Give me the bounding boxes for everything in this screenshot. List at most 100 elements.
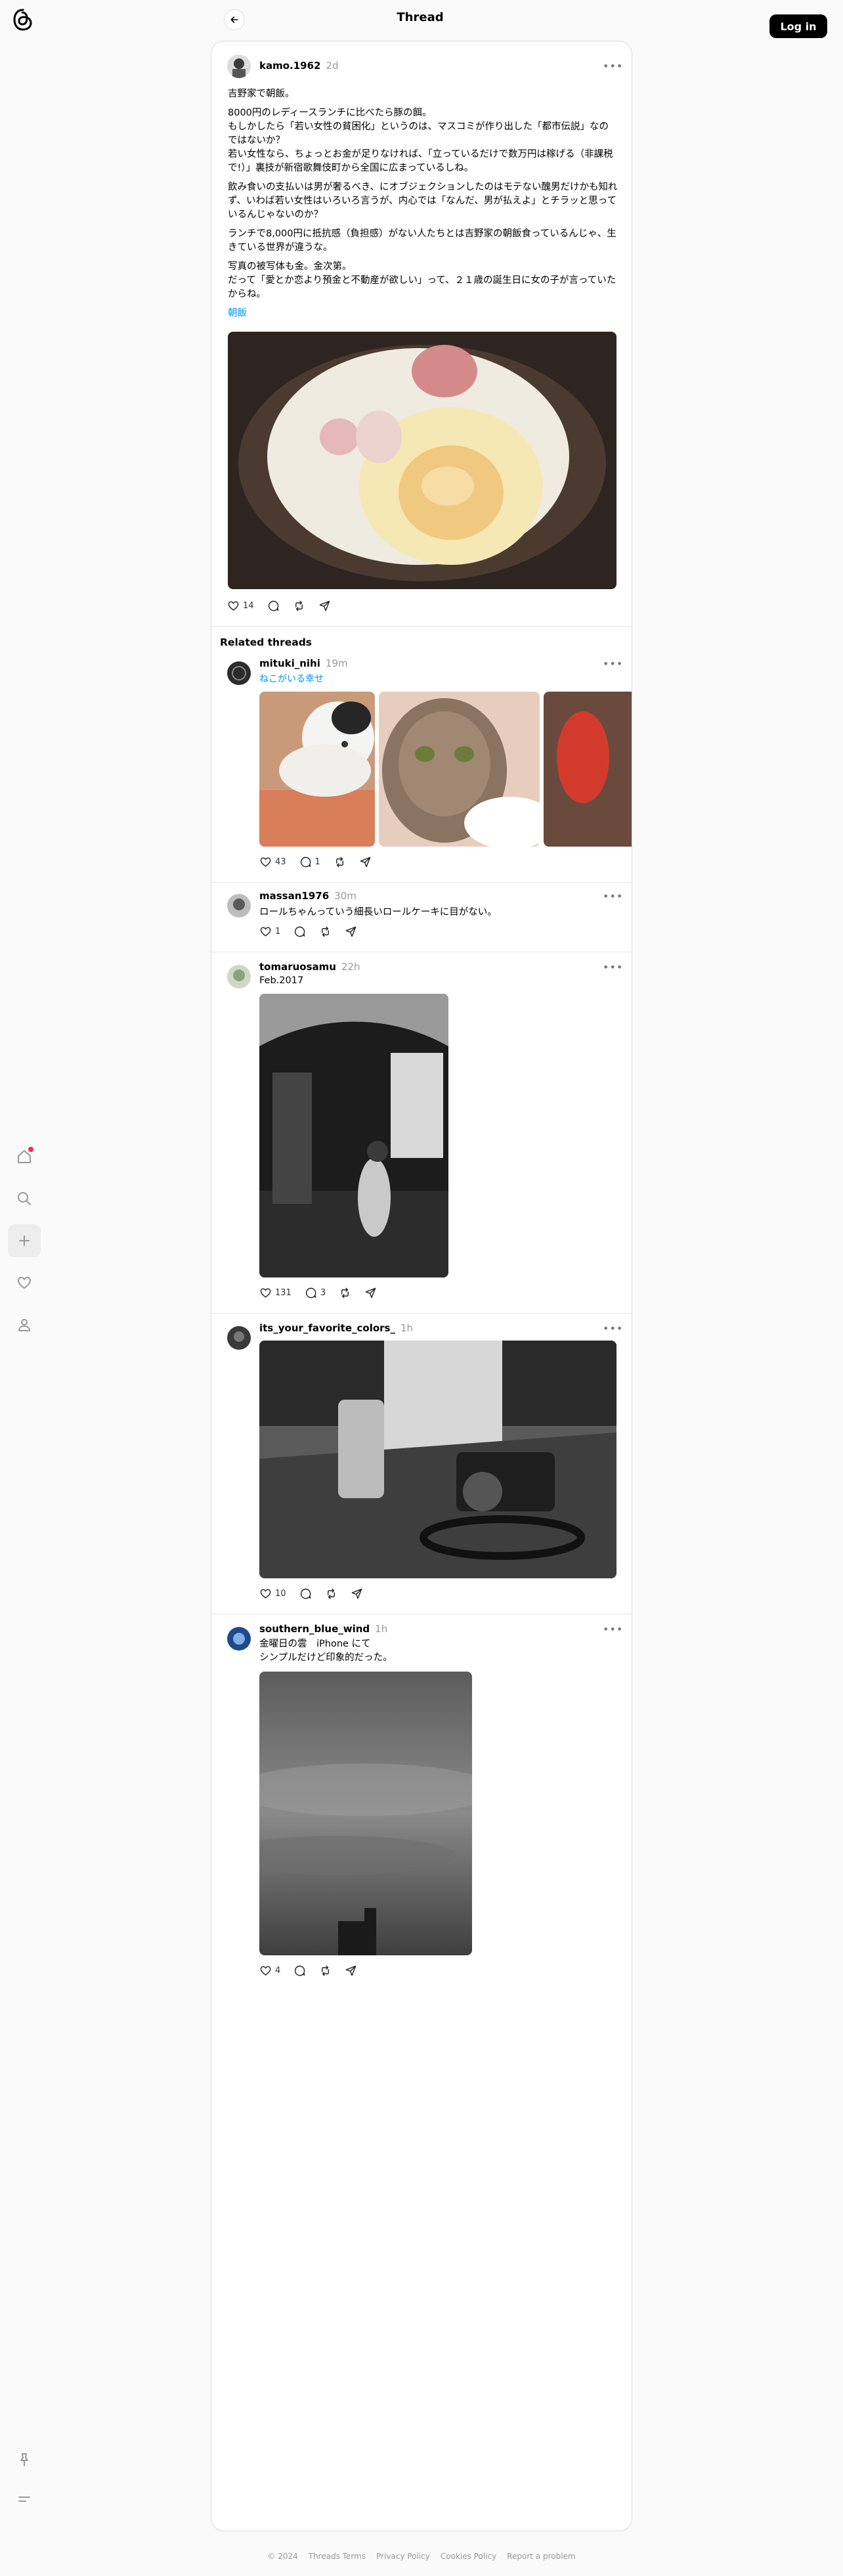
post-image[interactable] bbox=[228, 332, 616, 589]
username[interactable]: mituki_nihi bbox=[259, 657, 320, 669]
post-image[interactable] bbox=[379, 692, 540, 847]
menu-icon[interactable] bbox=[8, 2483, 41, 2516]
repost-icon bbox=[335, 856, 343, 868]
reply-count: 1 bbox=[314, 857, 320, 867]
post-actions: 10 bbox=[259, 1588, 376, 1600]
share-button[interactable] bbox=[318, 600, 331, 612]
post-time: 19m bbox=[325, 657, 348, 669]
comment-icon bbox=[268, 600, 278, 611]
like-count: 14 bbox=[243, 601, 254, 611]
footer-link-cookies[interactable]: Cookies Policy bbox=[441, 2552, 496, 2561]
post-actions: 1 bbox=[259, 925, 370, 938]
avatar[interactable] bbox=[227, 1326, 251, 1350]
username[interactable]: its_your_favorite_colors_ bbox=[259, 1322, 395, 1334]
home-icon[interactable] bbox=[8, 1140, 41, 1173]
share-button[interactable] bbox=[351, 1588, 363, 1600]
post-image[interactable] bbox=[544, 692, 632, 847]
share-button[interactable] bbox=[345, 1965, 357, 1977]
post-paragraph: 写真の被写体も金。金次第。 だって「愛とか恋より預金と不動産が欲しい」って、２１… bbox=[228, 261, 616, 300]
avatar[interactable] bbox=[227, 1627, 251, 1651]
footer-link-terms[interactable]: Threads Terms bbox=[309, 2552, 366, 2561]
username[interactable]: kamo.1962 bbox=[259, 60, 320, 72]
heart-icon bbox=[260, 1288, 271, 1298]
topic-tag[interactable]: 朝飯 bbox=[228, 308, 247, 319]
avatar[interactable] bbox=[227, 965, 251, 988]
more-options-icon[interactable]: ••• bbox=[603, 657, 623, 670]
login-button[interactable]: Log in bbox=[769, 14, 827, 38]
new-post-icon[interactable] bbox=[8, 1224, 41, 1257]
reply-button[interactable]: 3 bbox=[305, 1287, 326, 1299]
repost-button[interactable] bbox=[319, 925, 332, 938]
like-button[interactable]: 10 bbox=[259, 1588, 286, 1600]
username[interactable]: southern_blue_wind bbox=[259, 1623, 370, 1635]
send-icon bbox=[360, 856, 371, 868]
post-author[interactable]: kamo.1962 2d bbox=[259, 60, 339, 72]
reply-button[interactable] bbox=[293, 1965, 306, 1977]
avatar[interactable] bbox=[227, 661, 251, 685]
post-author[interactable]: tomaruosamu 22h bbox=[259, 961, 360, 973]
post-author[interactable]: mituki_nihi 19m bbox=[259, 657, 348, 669]
repost-button[interactable] bbox=[325, 1588, 337, 1600]
reply-button[interactable] bbox=[293, 925, 306, 938]
like-button[interactable]: 4 bbox=[259, 1965, 280, 1977]
divider bbox=[211, 882, 632, 883]
search-icon[interactable] bbox=[8, 1182, 41, 1215]
more-options-icon[interactable]: ••• bbox=[603, 60, 623, 72]
post-time: 1h bbox=[400, 1322, 414, 1334]
back-button[interactable] bbox=[224, 9, 245, 30]
post-text: Feb.2017 bbox=[259, 975, 304, 986]
more-options-icon[interactable]: ••• bbox=[603, 1322, 623, 1335]
comment-icon bbox=[295, 926, 305, 937]
post-paragraph: 飲み食いの支払いは男が奢るべき、にオブジェクションしたのはモテない醜男だけかも知… bbox=[228, 182, 618, 220]
like-count: 1 bbox=[275, 927, 281, 937]
more-options-icon[interactable]: ••• bbox=[603, 961, 623, 973]
post-paragraph: 吉野家で朝飯。 bbox=[228, 89, 295, 99]
repost-icon bbox=[341, 1287, 349, 1299]
like-count: 43 bbox=[275, 857, 286, 867]
share-button[interactable] bbox=[364, 1287, 377, 1299]
post-image[interactable] bbox=[259, 692, 375, 847]
comment-icon bbox=[300, 856, 311, 868]
pin-icon[interactable] bbox=[8, 2443, 41, 2476]
post-time: 22h bbox=[341, 961, 360, 973]
like-count: 10 bbox=[275, 1589, 286, 1599]
footer-link-report[interactable]: Report a problem bbox=[507, 2552, 575, 2561]
activity-icon[interactable] bbox=[8, 1266, 41, 1299]
share-button[interactable] bbox=[359, 856, 372, 868]
topic-tag[interactable]: ねこがいる幸せ bbox=[259, 672, 324, 685]
post-image[interactable] bbox=[259, 1341, 616, 1578]
like-button[interactable]: 43 bbox=[259, 856, 286, 868]
repost-button[interactable] bbox=[339, 1287, 351, 1299]
post-time: 2d bbox=[326, 60, 339, 72]
share-button[interactable] bbox=[345, 925, 357, 938]
reply-button[interactable] bbox=[299, 1588, 312, 1600]
like-button[interactable]: 131 bbox=[259, 1287, 292, 1299]
post-author[interactable]: massan1976 30m bbox=[259, 890, 357, 902]
post-author[interactable]: southern_blue_wind 1h bbox=[259, 1623, 387, 1635]
repost-button[interactable] bbox=[334, 856, 346, 868]
reply-button[interactable] bbox=[267, 600, 280, 612]
profile-icon[interactable] bbox=[8, 1308, 41, 1341]
like-button[interactable]: 14 bbox=[227, 600, 254, 612]
post-author[interactable]: its_your_favorite_colors_ 1h bbox=[259, 1322, 413, 1334]
repost-button[interactable] bbox=[293, 600, 305, 612]
post-image[interactable] bbox=[259, 994, 448, 1277]
more-options-icon[interactable]: ••• bbox=[603, 890, 623, 902]
send-icon bbox=[351, 1588, 362, 1599]
send-icon bbox=[345, 1965, 357, 1976]
reply-button[interactable]: 1 bbox=[299, 856, 320, 868]
repost-button[interactable] bbox=[319, 1965, 332, 1977]
post-image[interactable] bbox=[259, 1672, 472, 1955]
like-button[interactable]: 1 bbox=[259, 925, 280, 938]
username[interactable]: massan1976 bbox=[259, 890, 329, 902]
comment-icon bbox=[305, 1287, 316, 1299]
footer-link-privacy[interactable]: Privacy Policy bbox=[376, 2552, 430, 2561]
threads-logo[interactable] bbox=[12, 8, 34, 32]
post-text: ロールちゃんっていう細長いロールケーキに目がない。 bbox=[259, 907, 497, 918]
thread-card: kamo.1962 2d ••• 吉野家で朝飯。 8000円のレディースランチに比… bbox=[211, 41, 632, 2531]
avatar[interactable] bbox=[227, 894, 251, 918]
username[interactable]: tomaruosamu bbox=[259, 961, 336, 973]
page-title: Thread bbox=[397, 11, 444, 24]
avatar[interactable] bbox=[227, 55, 251, 78]
more-options-icon[interactable]: ••• bbox=[603, 1623, 623, 1635]
